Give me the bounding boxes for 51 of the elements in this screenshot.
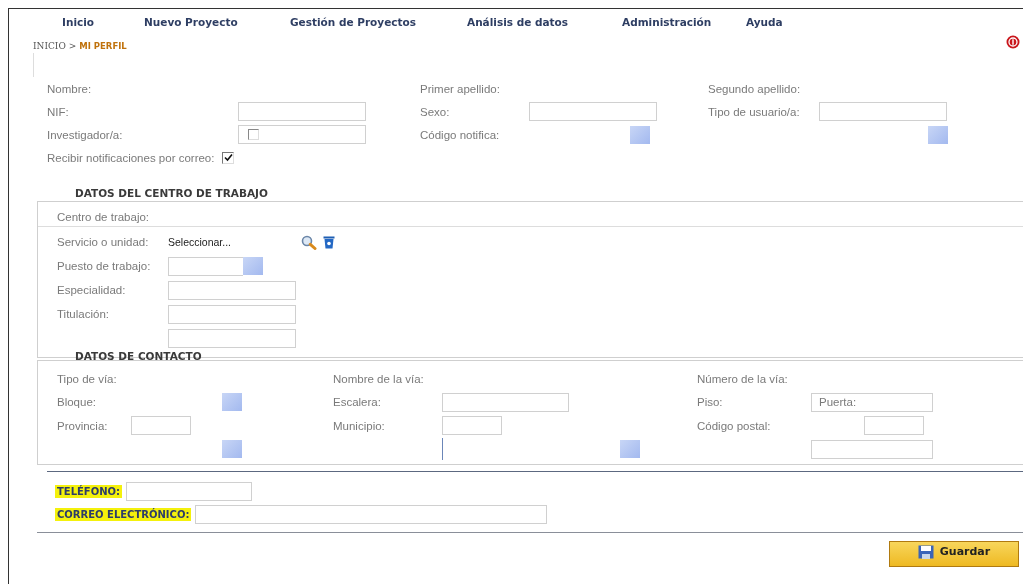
- field-label: TELÉFONO:: [55, 485, 123, 498]
- field-label: Provincia:: [57, 419, 108, 432]
- nav-link[interactable]: Análisis de datos: [467, 16, 622, 28]
- field-label: Especialidad:: [57, 284, 126, 296]
- section-title: DATOS DEL CENTRO DE TRABAJO: [75, 187, 269, 201]
- nav-link[interactable]: Gestión de Proyectos: [290, 16, 467, 28]
- nav-link[interactable]: Ayuda: [746, 16, 783, 28]
- field-label: Recibir notificaciones por correo:: [47, 151, 215, 164]
- picker-button[interactable]: [928, 125, 948, 144]
- picker-button[interactable]: [620, 440, 640, 459]
- field-label: CORREO ELECTRÓNICO:: [55, 508, 192, 521]
- nav-link[interactable]: Nuevo Proyecto: [144, 16, 290, 28]
- field-label: Piso:: [697, 396, 723, 409]
- picker-button[interactable]: [630, 125, 650, 144]
- field-label: Bloque:: [57, 396, 96, 409]
- nav-link[interactable]: Administración: [622, 16, 746, 28]
- field-label: Código notifica:: [420, 128, 501, 141]
- field-label: Sexo:: [420, 105, 451, 118]
- search-icon[interactable]: [301, 234, 317, 250]
- breadcrumb-current: MI PERFIL: [79, 41, 127, 51]
- field-label: NIF:: [47, 105, 70, 118]
- field-label: Municipio:: [333, 419, 385, 432]
- field-label: Primer apellido:: [420, 82, 501, 95]
- field-label: Nombre de la vía:: [333, 372, 424, 385]
- field-label: Servicio o unidad:: [57, 236, 149, 248]
- field-label: Centro de trabajo:: [57, 210, 151, 225]
- field-label: Segundo apellido:: [708, 82, 802, 95]
- field-label: Puerta:: [819, 395, 857, 408]
- section-title: DATOS DE CONTACTO: [75, 350, 203, 364]
- alert-icon[interactable]: [1006, 35, 1020, 49]
- field-label: Investigador/a:: [47, 128, 124, 141]
- field-label: Tipo de vía:: [57, 372, 117, 385]
- nav-link[interactable]: Inicio: [62, 16, 144, 28]
- input-field[interactable]: Puerta:: [811, 392, 933, 412]
- field-label: Tipo de usuario/a:: [708, 105, 801, 118]
- field-label: Escalera:: [333, 396, 381, 409]
- picker-button[interactable]: [243, 257, 263, 275]
- checkbox[interactable]: [222, 151, 235, 164]
- field-label: Puesto de trabajo:: [57, 260, 151, 272]
- save-button[interactable]: Guardar: [889, 541, 1019, 567]
- picker-button[interactable]: [222, 393, 242, 412]
- field-label: Número de la vía:: [697, 372, 788, 385]
- checkbox[interactable]: [248, 129, 259, 140]
- breadcrumb-link[interactable]: INICIO >: [33, 41, 77, 51]
- field-label: Nombre:: [47, 82, 93, 95]
- select-field[interactable]: Seleccionar...: [168, 236, 301, 248]
- picker-button[interactable]: [222, 440, 242, 459]
- trash-icon[interactable]: [323, 235, 335, 249]
- floppy-icon: [917, 545, 934, 559]
- field-label: Código postal:: [697, 419, 771, 432]
- field-label: Titulación:: [57, 308, 109, 320]
